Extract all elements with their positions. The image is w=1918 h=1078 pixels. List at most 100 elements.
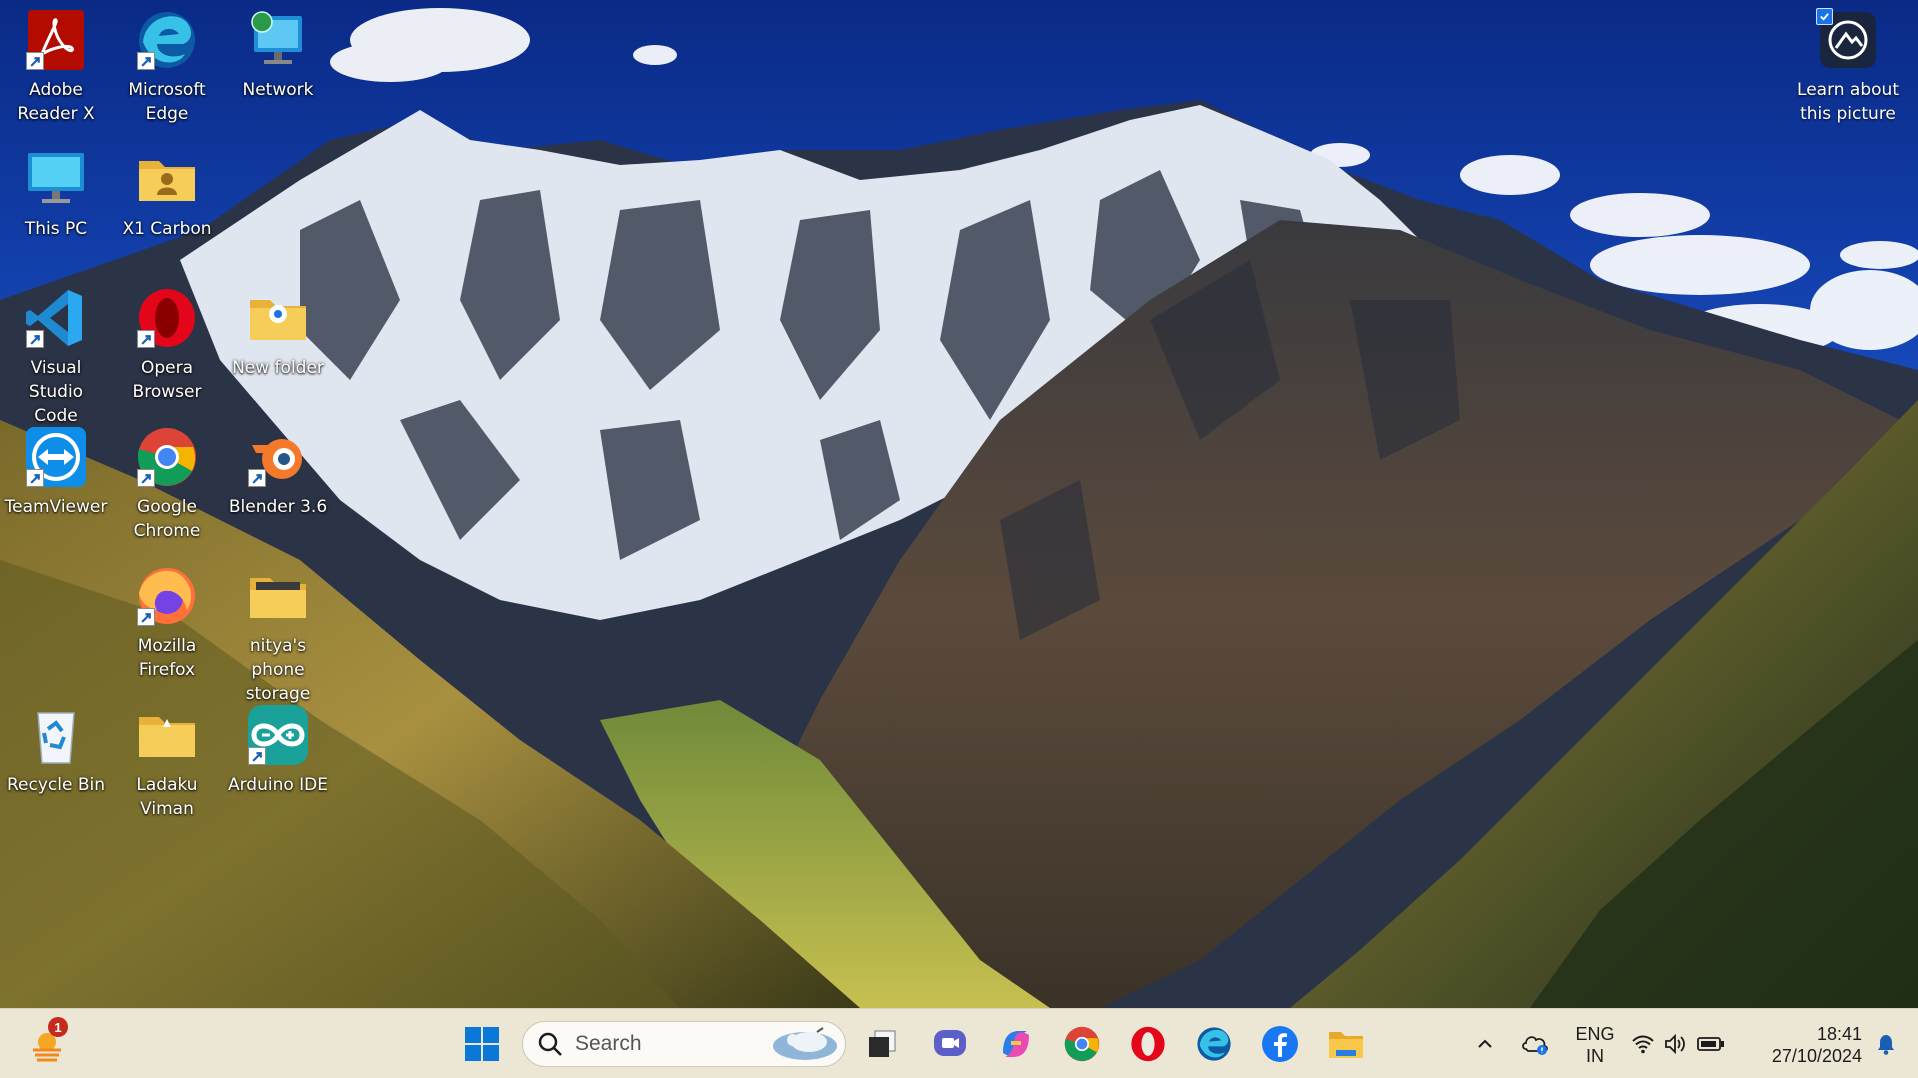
taskbar-search[interactable]: Search (522, 1021, 846, 1067)
desktop-icon-arduino-ide[interactable]: Arduino IDE (224, 703, 332, 797)
desktop-icon-label: Visual Studio Code (28, 358, 84, 426)
facebook-taskbar-button[interactable] (1255, 1019, 1305, 1069)
desktop-icon-label: Microsoft Edge (128, 80, 206, 124)
edge-icon (1197, 1027, 1231, 1061)
desktop-icon-mozilla-firefox[interactable]: Mozilla Firefox (113, 564, 221, 682)
search-icon (538, 1032, 562, 1056)
computer-icon (24, 147, 88, 211)
volume-icon (1665, 1033, 1685, 1055)
task-view-button[interactable] (857, 1019, 907, 1069)
date-text: 27/10/2024 (1771, 1046, 1862, 1066)
recycle-bin-icon (24, 703, 88, 767)
battery-icon (1697, 1037, 1724, 1051)
edge-taskbar-button[interactable] (1189, 1019, 1239, 1069)
desktop-icon-label: TeamViewer (4, 497, 108, 517)
desktop-icon-new-folder[interactable]: New folder (224, 286, 332, 380)
desktop-icon-teamviewer[interactable]: TeamViewer (2, 425, 110, 519)
shortcut-arrow-icon (137, 469, 155, 487)
desktop-icon-label: X1 Carbon (122, 219, 212, 239)
edge-icon (135, 8, 199, 72)
desktop-icon-label: Blender 3.6 (228, 497, 328, 517)
chrome-icon (1064, 1026, 1100, 1062)
firefox-icon (135, 564, 199, 628)
desktop-icon-label: Mozilla Firefox (137, 636, 197, 680)
spotlight-icon (1816, 8, 1880, 72)
shortcut-arrow-icon (248, 747, 266, 765)
shortcut-arrow-icon (26, 52, 44, 70)
bell-icon (1878, 1035, 1894, 1055)
desktop-icon-label: Arduino IDE (227, 775, 329, 795)
shortcut-arrow-icon (137, 330, 155, 348)
folder-icon (135, 703, 199, 767)
teamviewer-icon (24, 425, 88, 489)
spotlight-label: Learn about this picture (1797, 80, 1899, 124)
opera-taskbar-button[interactable] (1123, 1019, 1173, 1069)
weather-widget[interactable]: 1 (22, 1017, 72, 1069)
time-text: 18:41 (1816, 1024, 1862, 1044)
desktop-icon-x1-carbon[interactable]: X1 Carbon (113, 147, 221, 241)
blender-icon (246, 425, 310, 489)
desktop-icon-label: Google Chrome (133, 497, 201, 541)
desktop-icon-label: Opera Browser (132, 358, 202, 402)
show-hidden-icons-button[interactable] (1467, 1019, 1503, 1069)
arduino-icon (246, 703, 310, 767)
language-code: ENG (1575, 1024, 1615, 1044)
desktop-icon-ladaku-viman[interactable]: Ladaku Viman (113, 703, 221, 821)
region-code: IN (1586, 1046, 1604, 1066)
desktop-icon-this-pc[interactable]: This PC (2, 147, 110, 241)
cloud-icon (1522, 1036, 1548, 1055)
copilot-icon (1003, 1031, 1029, 1057)
desktop-icon-network[interactable]: Network (224, 8, 332, 102)
shortcut-arrow-icon (137, 608, 155, 626)
user-folder-icon (135, 147, 199, 211)
desktop-icon-label: This PC (24, 219, 88, 239)
selection-checkbox-icon[interactable] (1816, 8, 1833, 25)
file-explorer-icon (1329, 1032, 1363, 1058)
desktop-icon-label: nitya's phone storage (245, 636, 311, 704)
desktop-icon-phone-storage[interactable]: nitya's phone storage (224, 564, 332, 706)
desktop-icon-adobe-reader[interactable]: Adobe Reader X (2, 8, 110, 126)
taskbar: 1 Search ENG IN 18:41 27/10/2024 (0, 1008, 1918, 1078)
task-view-icon (869, 1030, 896, 1057)
desktop-icon-opera-browser[interactable]: Opera Browser (113, 286, 221, 404)
clock[interactable]: 18:41 27/10/2024 (1752, 1023, 1862, 1067)
shortcut-arrow-icon (26, 469, 44, 487)
desktop-icon-recycle-bin[interactable]: Recycle Bin (2, 703, 110, 797)
meet-icon (934, 1030, 966, 1056)
vscode-icon (24, 286, 88, 350)
shortcut-arrow-icon (137, 52, 155, 70)
copilot-button[interactable] (991, 1019, 1041, 1069)
chevron-up-icon (1478, 1039, 1492, 1048)
desktop-icon-google-chrome[interactable]: Google Chrome (113, 425, 221, 543)
facebook-icon (1262, 1026, 1298, 1062)
adobe-reader-icon (24, 8, 88, 72)
desktop-icon-visual-studio-code[interactable]: Visual Studio Code (2, 286, 110, 428)
input-language-indicator[interactable]: ENG IN (1570, 1023, 1620, 1067)
quick-settings-button[interactable] (1630, 1019, 1726, 1069)
desktop-icon-label: Recycle Bin (6, 775, 105, 795)
wifi-icon (1632, 1035, 1654, 1054)
desktop-icon-label: Network (242, 80, 314, 100)
shortcut-arrow-icon (26, 330, 44, 348)
chrome-taskbar-button[interactable] (1057, 1019, 1107, 1069)
desktop-icon-label: Adobe Reader X (17, 80, 95, 124)
desktop-icon-label: New folder (232, 358, 324, 378)
start-button[interactable] (457, 1019, 507, 1069)
notifications-button[interactable] (1866, 1019, 1906, 1069)
onedrive-tray-button[interactable] (1515, 1019, 1555, 1069)
search-placeholder: Search (575, 1032, 642, 1055)
desktop-icon-blender[interactable]: Blender 3.6 (224, 425, 332, 519)
chrome-icon (135, 425, 199, 489)
opera-icon (1131, 1026, 1165, 1062)
start-icon (465, 1027, 499, 1061)
desktop-icon-label: Ladaku Viman (136, 775, 198, 819)
folder-icon (246, 286, 310, 350)
folder-icon (246, 564, 310, 628)
desktop-icon-microsoft-edge[interactable]: Microsoft Edge (113, 8, 221, 126)
network-icon (246, 8, 310, 72)
meet-button[interactable] (925, 1019, 975, 1069)
notification-badge: 1 (48, 1017, 68, 1037)
opera-icon (135, 286, 199, 350)
file-explorer-taskbar-button[interactable] (1321, 1019, 1371, 1069)
learn-about-picture[interactable]: Learn about this picture (1786, 8, 1910, 126)
